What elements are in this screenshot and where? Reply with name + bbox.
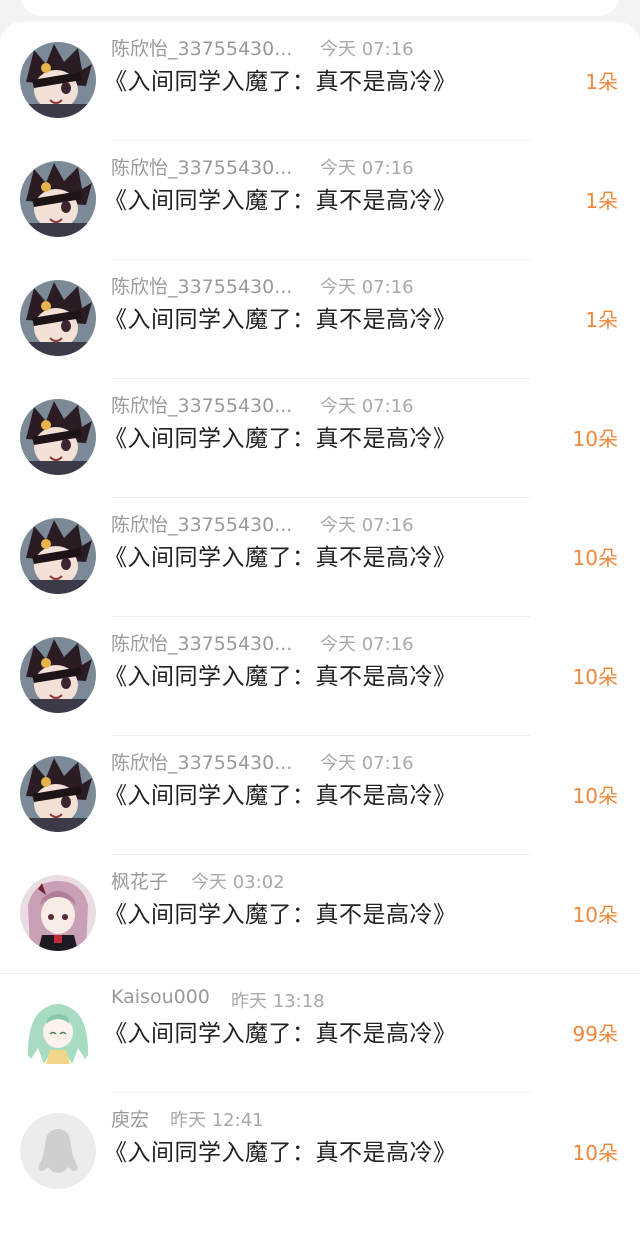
- flower-count: 10朵: [572, 784, 618, 808]
- flower-count: 10朵: [572, 1141, 618, 1165]
- avatar[interactable]: [20, 161, 96, 237]
- avatar[interactable]: [20, 994, 96, 1070]
- flower-count: 1朵: [585, 308, 618, 332]
- gift-record-list: 陈欣怡_33755430... 今天 07:16 《入间同学入魔了：真不是高冷》…: [0, 22, 640, 1252]
- list-item[interactable]: Kaisou000 昨天 13:18 《入间同学入魔了：真不是高冷》 99朵: [0, 974, 640, 1093]
- list-item[interactable]: 庾宏 昨天 12:41 《入间同学入魔了：真不是高冷》 10朵: [0, 1093, 640, 1212]
- anime-pink-hair-avatar-icon: [20, 875, 96, 951]
- user-name[interactable]: 陈欣怡_33755430...: [111, 391, 292, 418]
- book-title: 《入间同学入魔了：真不是高冷》: [104, 1140, 457, 1166]
- timestamp: 今天 07:16: [320, 396, 414, 417]
- avatar[interactable]: [20, 756, 96, 832]
- book-title: 《入间同学入魔了：真不是高冷》: [104, 783, 457, 809]
- list-item[interactable]: 陈欣怡_33755430... 今天 07:16 《入间同学入魔了：真不是高冷》…: [0, 379, 640, 498]
- user-name[interactable]: 庾宏: [111, 1105, 149, 1132]
- book-title: 《入间同学入魔了：真不是高冷》: [104, 188, 457, 214]
- flower-count: 10朵: [572, 665, 618, 689]
- anime-dark-hair-avatar-icon: [20, 637, 96, 713]
- user-name[interactable]: 陈欣怡_33755430...: [111, 272, 292, 299]
- timestamp: 今天 07:16: [320, 753, 414, 774]
- avatar[interactable]: [20, 518, 96, 594]
- list-item[interactable]: 陈欣怡_33755430... 今天 07:16 《入间同学入魔了：真不是高冷》…: [0, 22, 640, 141]
- user-name[interactable]: 陈欣怡_33755430...: [111, 34, 292, 61]
- anime-green-hair-avatar-icon: [20, 994, 96, 1070]
- user-name[interactable]: Kaisou000: [111, 986, 210, 1008]
- list-item[interactable]: 陈欣怡_33755430... 今天 07:16 《入间同学入魔了：真不是高冷》…: [0, 498, 640, 617]
- list-item[interactable]: 陈欣怡_33755430... 今天 07:16 《入间同学入魔了：真不是高冷》…: [0, 736, 640, 855]
- timestamp: 今天 07:16: [320, 158, 414, 179]
- avatar[interactable]: [20, 280, 96, 356]
- list-item[interactable]: 陈欣怡_33755430... 今天 07:16 《入间同学入魔了：真不是高冷》…: [0, 260, 640, 379]
- timestamp: 今天 07:16: [320, 277, 414, 298]
- book-title: 《入间同学入魔了：真不是高冷》: [104, 307, 457, 333]
- flower-count: 1朵: [585, 70, 618, 94]
- anime-dark-hair-avatar-icon: [20, 756, 96, 832]
- user-name[interactable]: 枫花子: [111, 867, 168, 894]
- book-title: 《入间同学入魔了：真不是高冷》: [104, 1021, 457, 1047]
- default-penguin-avatar-icon: [20, 1113, 96, 1189]
- user-name[interactable]: 陈欣怡_33755430...: [111, 629, 292, 656]
- flower-count: 10朵: [572, 903, 618, 927]
- book-title: 《入间同学入魔了：真不是高冷》: [104, 902, 457, 928]
- flower-count: 99朵: [572, 1022, 618, 1046]
- timestamp: 今天 03:02: [191, 872, 285, 893]
- previous-card: [20, 0, 620, 16]
- anime-dark-hair-avatar-icon: [20, 42, 96, 118]
- flower-count: 10朵: [572, 427, 618, 451]
- list-item[interactable]: 陈欣怡_33755430... 今天 07:16 《入间同学入魔了：真不是高冷》…: [0, 617, 640, 736]
- flower-count: 1朵: [585, 189, 618, 213]
- anime-dark-hair-avatar-icon: [20, 399, 96, 475]
- book-title: 《入间同学入魔了：真不是高冷》: [104, 69, 457, 95]
- anime-dark-hair-avatar-icon: [20, 161, 96, 237]
- anime-dark-hair-avatar-icon: [20, 280, 96, 356]
- user-name[interactable]: 陈欣怡_33755430...: [111, 748, 292, 775]
- avatar[interactable]: [20, 875, 96, 951]
- user-name[interactable]: 陈欣怡_33755430...: [111, 153, 292, 180]
- list-item[interactable]: 枫花子 今天 03:02 《入间同学入魔了：真不是高冷》 10朵: [0, 855, 640, 974]
- avatar[interactable]: [20, 42, 96, 118]
- book-title: 《入间同学入魔了：真不是高冷》: [104, 664, 457, 690]
- timestamp: 昨天 13:18: [231, 991, 325, 1012]
- list-item[interactable]: 陈欣怡_33755430... 今天 07:16 《入间同学入魔了：真不是高冷》…: [0, 141, 640, 260]
- anime-dark-hair-avatar-icon: [20, 518, 96, 594]
- timestamp: 今天 07:16: [320, 515, 414, 536]
- timestamp: 昨天 12:41: [170, 1110, 264, 1131]
- timestamp: 今天 07:16: [320, 39, 414, 60]
- user-name[interactable]: 陈欣怡_33755430...: [111, 510, 292, 537]
- avatar[interactable]: [20, 1113, 96, 1189]
- book-title: 《入间同学入魔了：真不是高冷》: [104, 426, 457, 452]
- avatar[interactable]: [20, 399, 96, 475]
- timestamp: 今天 07:16: [320, 634, 414, 655]
- book-title: 《入间同学入魔了：真不是高冷》: [104, 545, 457, 571]
- flower-count: 10朵: [572, 546, 618, 570]
- avatar[interactable]: [20, 637, 96, 713]
